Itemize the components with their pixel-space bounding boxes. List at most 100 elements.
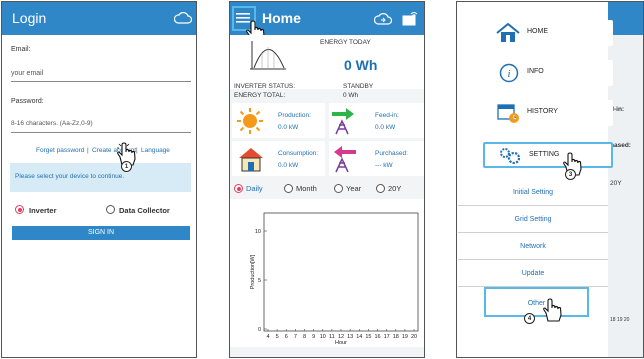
menu-item-home-label: HOME xyxy=(527,28,548,35)
submenu-grid-setting[interactable]: Grid Setting xyxy=(458,208,608,233)
y-tick-label: 10 xyxy=(255,229,261,235)
password-label: Password: xyxy=(11,98,44,105)
sign-in-button[interactable]: SIGN IN xyxy=(12,226,190,240)
x-tick-label: 8 xyxy=(303,334,306,340)
menu-item-setting-label: SETTING xyxy=(529,151,560,158)
email-field[interactable]: your email xyxy=(11,70,43,77)
period-month-label: Month xyxy=(296,184,317,193)
home-screen: Home 2 ENERGY TODAY 0 Wh INVERTER STATUS… xyxy=(229,1,425,358)
device-prompt-box: Please select your device to continue. xyxy=(10,163,191,192)
login-screen: Login Email: your email Password: 8-16 c… xyxy=(1,1,197,358)
email-underline xyxy=(11,81,191,82)
period-year-label: Year xyxy=(346,184,362,193)
energy-today-label: ENERGY TODAY xyxy=(320,39,371,46)
energy-today-panel: ENERGY TODAY 0 Wh xyxy=(230,35,424,89)
wifi-inverter-icon[interactable] xyxy=(400,10,418,26)
inverter-status-label: INVERTER STATUS: xyxy=(234,83,296,90)
x-tick-label: 17 xyxy=(384,334,390,340)
x-tick-label: 10 xyxy=(320,334,326,340)
home-title: Home xyxy=(262,10,301,26)
x-tick-label: 9 xyxy=(312,334,315,340)
x-tick-label: 6 xyxy=(285,334,288,340)
production-chart: 4 5 6 7 8 9 10 11 12 13 14 15 16 17 18 19 20 0 5 10 Hour Prod… xyxy=(230,199,424,347)
x-tick-label: 19 xyxy=(402,334,408,340)
login-title: Login xyxy=(12,10,47,26)
x-tick-label: 16 xyxy=(374,334,380,340)
peek-period: 20Y xyxy=(610,180,622,187)
login-header: Login xyxy=(2,2,196,35)
y-tick-label: 0 xyxy=(258,327,261,333)
feed-in-value: 0.0 kW xyxy=(375,124,396,131)
x-tick-label: 14 xyxy=(356,334,362,340)
cloud-sync-icon[interactable] xyxy=(374,12,392,25)
energy-today-value: 0 Wh xyxy=(344,57,378,73)
peek-header xyxy=(608,2,643,35)
y-axis-label: Production[W] xyxy=(250,254,256,289)
purchased-tile: Purchased: --- kW xyxy=(329,141,424,176)
production-value: 0.0 kW xyxy=(278,124,299,131)
menu-screen: d-in: hased: 20Y 18 19 20 HOME i INFO HI… xyxy=(456,1,644,358)
production-label: Production: xyxy=(278,112,311,119)
production-tile: Production: 0.0 kW xyxy=(232,103,325,138)
feed-in-tile: Feed-in: 0.0 kW xyxy=(329,103,424,138)
purchased-label: Purchased: xyxy=(375,150,408,157)
x-tick-label: 13 xyxy=(347,334,353,340)
period-month-radio[interactable] xyxy=(284,184,293,193)
device-prompt-text: Please select your device to continue. xyxy=(15,173,125,180)
underlying-page-peek: d-in: hased: 20Y 18 19 20 xyxy=(608,2,643,357)
feed-in-label: Feed-in: xyxy=(375,112,399,119)
step-badge-3: 3 xyxy=(565,169,576,180)
period-year-radio[interactable] xyxy=(334,184,343,193)
step-badge-1: 1 xyxy=(121,161,132,172)
inverter-radio[interactable] xyxy=(15,205,24,214)
x-tick-label: 20 xyxy=(411,334,417,340)
submenu-initial-setting[interactable]: Initial Setting xyxy=(458,181,608,206)
menu-item-history-label: HISTORY xyxy=(527,108,558,115)
consumption-label: Consumption: xyxy=(278,150,319,157)
submenu-network[interactable]: Network xyxy=(458,235,608,260)
cloud-icon[interactable] xyxy=(174,11,192,24)
period-20y-label: 20Y xyxy=(388,184,402,193)
period-daily-radio[interactable] xyxy=(234,184,243,193)
x-tick-label: 15 xyxy=(365,334,371,340)
forgot-password-link[interactable]: Forget password xyxy=(36,147,84,154)
power-curve-icon xyxy=(250,41,286,70)
production-chart-svg: 4 5 6 7 8 9 10 11 12 13 14 15 16 17 18 19 200510HourProd… xyxy=(250,212,419,346)
link-separator: | xyxy=(87,147,89,154)
info-icon: i xyxy=(499,63,519,83)
purchased-value: --- kW xyxy=(375,162,393,169)
house-icon xyxy=(496,23,520,42)
pointer-hand-icon xyxy=(543,298,562,322)
consumption-value: 0.0 kW xyxy=(278,162,299,169)
step-badge-4: 4 xyxy=(524,313,535,324)
x-tick-label: 7 xyxy=(294,334,297,340)
energy-total-label: ENERGY TOTAL: xyxy=(234,92,286,99)
y-tick-label: 5 xyxy=(258,278,261,284)
period-daily-label: Daily xyxy=(246,184,263,193)
consumption-tile: Consumption: 0.0 kW xyxy=(232,141,325,176)
inverter-status-value: STANDBY xyxy=(343,83,374,90)
energy-total-value: 0 Wh xyxy=(343,92,359,99)
menu-item-home[interactable]: HOME xyxy=(483,20,613,46)
data-collector-label: Data Collector xyxy=(119,206,170,215)
menu-item-info[interactable]: i INFO xyxy=(483,60,613,86)
menu-item-setting[interactable]: SETTING xyxy=(483,142,613,168)
menu-item-history[interactable]: HISTORY xyxy=(483,100,613,126)
period-20y-radio[interactable] xyxy=(376,184,385,193)
side-menu: HOME i INFO HISTORY SETTING 3 Initial Se… xyxy=(457,2,613,357)
data-collector-radio[interactable] xyxy=(106,205,115,214)
password-underline xyxy=(11,132,191,133)
email-label: Email: xyxy=(11,46,31,53)
peek-axis: 18 19 20 xyxy=(610,317,630,323)
submenu-update[interactable]: Update xyxy=(458,262,608,287)
feed-in-grid-icon xyxy=(332,108,354,135)
submenu-other[interactable]: Other xyxy=(484,287,589,317)
chart-plot-area xyxy=(263,212,419,332)
house-consumption-icon xyxy=(239,148,263,172)
x-axis-label: Hour xyxy=(335,340,347,346)
svg-text:i: i xyxy=(507,68,510,80)
language-link[interactable]: Language xyxy=(141,147,170,154)
password-field[interactable]: 8-16 characters. (Aa-Zz,0-9) xyxy=(11,120,93,127)
inverter-label: Inverter xyxy=(29,206,57,215)
x-tick-label: 11 xyxy=(329,334,335,340)
